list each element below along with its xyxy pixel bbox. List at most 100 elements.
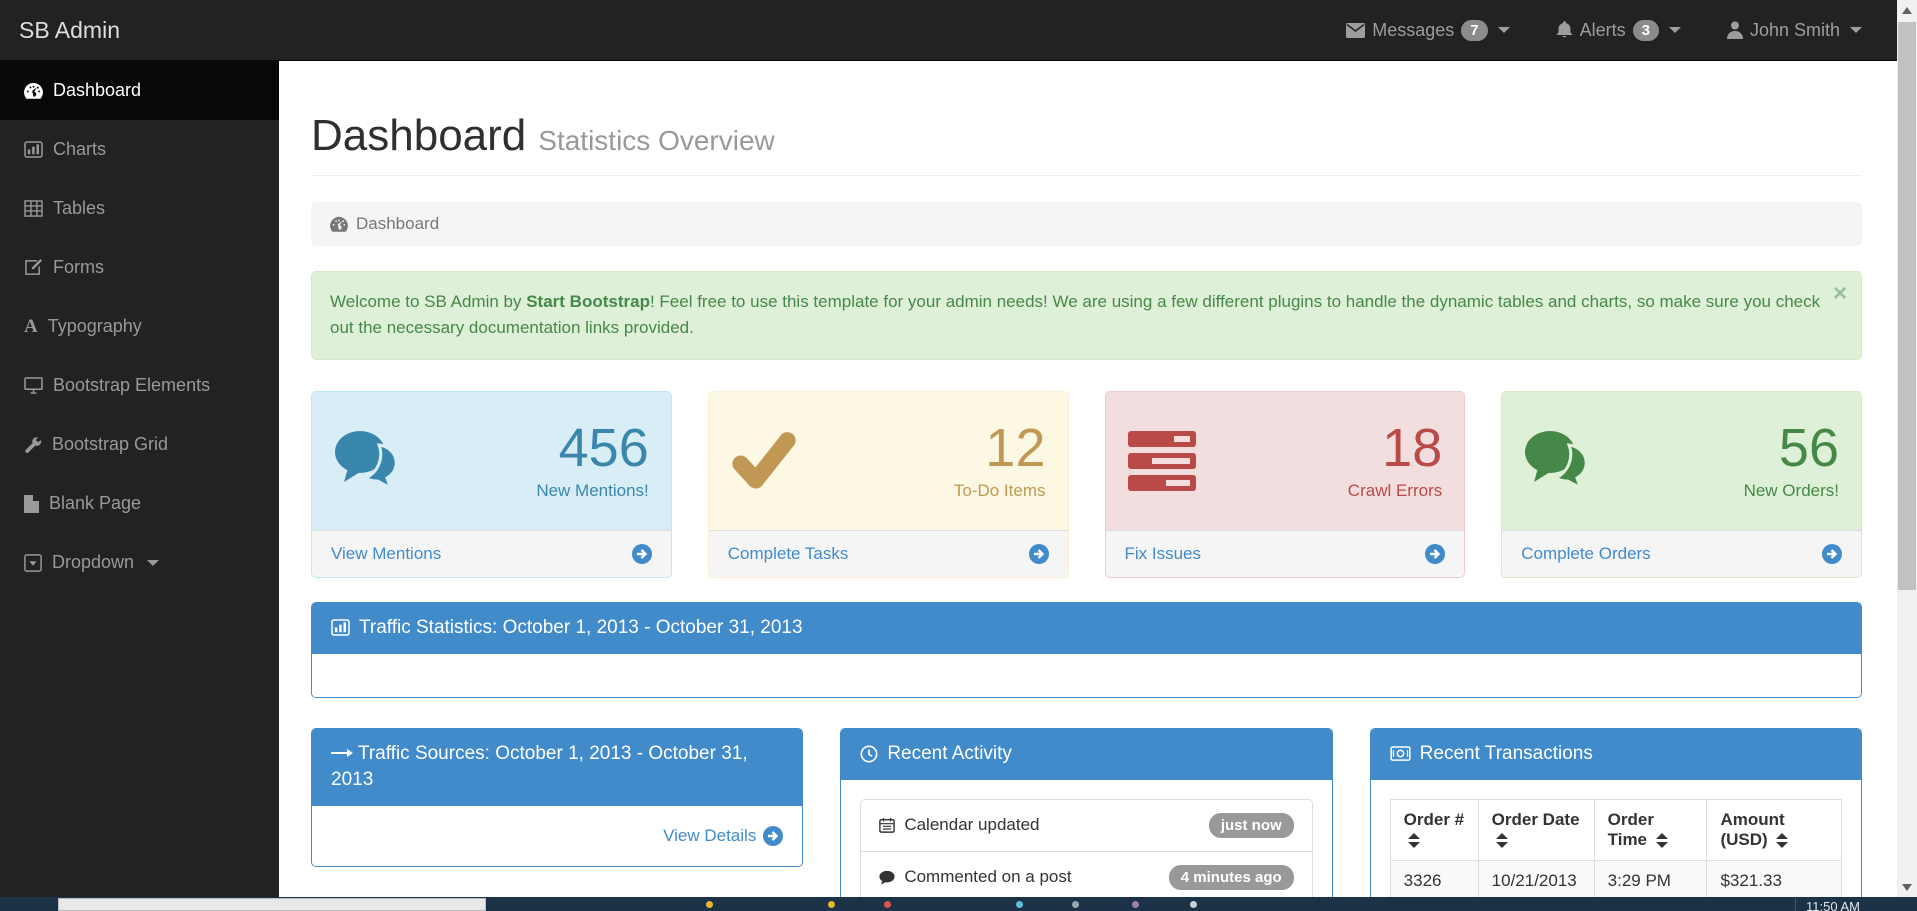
close-icon[interactable]: ×: [1833, 282, 1847, 306]
view-details-label: View Details: [663, 826, 756, 846]
stat-action-label[interactable]: Complete Tasks: [728, 544, 849, 564]
brand-link[interactable]: SB Admin: [0, 17, 120, 44]
taskbar-icon[interactable]: [884, 901, 891, 908]
scroll-down-arrow-icon[interactable]: [1897, 877, 1917, 897]
stat-body: 12 To-Do Items: [709, 392, 1068, 530]
recent-activity-body: Calendar updated just now Commented on a…: [841, 799, 1331, 898]
sidebar-item-label: Bootstrap Grid: [52, 434, 168, 455]
messages-label: Messages: [1372, 20, 1454, 41]
sidebar-item-label: Dropdown: [52, 552, 134, 573]
file-icon: [24, 495, 39, 513]
panel-title: Traffic Sources: October 1, 2013 - Octob…: [331, 743, 748, 791]
stat-value: 56: [1744, 420, 1839, 477]
chevron-down-icon: [1850, 27, 1862, 33]
stat-action-label[interactable]: Complete Orders: [1521, 544, 1650, 564]
stat-footer-link[interactable]: View Mentions: [312, 530, 671, 577]
sidebar-item-blank-page[interactable]: Blank Page: [0, 474, 279, 533]
recent-transactions-panel: Recent Transactions Order # Order Date O…: [1370, 728, 1862, 897]
time-badge: just now: [1209, 813, 1294, 838]
taskbar-icon[interactable]: [1072, 901, 1079, 908]
column-header-amount[interactable]: Amount (USD): [1707, 799, 1842, 860]
font-icon: A: [24, 317, 38, 336]
arrow-circle-right-icon: [1029, 544, 1049, 564]
comments-icon: [334, 430, 406, 492]
sort-icon[interactable]: [1656, 833, 1668, 848]
sidebar-item-bootstrap-elements[interactable]: Bootstrap Elements: [0, 356, 279, 415]
stat-body: 56 New Orders!: [1502, 392, 1861, 530]
breadcrumb-item[interactable]: Dashboard: [356, 214, 439, 234]
arrow-circle-right-icon: [763, 826, 783, 846]
user-menu[interactable]: John Smith: [1727, 20, 1862, 41]
taskbar-app-button[interactable]: [58, 898, 486, 911]
messages-menu[interactable]: Messages 7: [1346, 20, 1509, 41]
alerts-menu[interactable]: Alerts 3: [1556, 20, 1681, 41]
sidebar-item-label: Dashboard: [53, 80, 141, 101]
stat-action-label[interactable]: Fix Issues: [1125, 544, 1202, 564]
stat-label: New Orders!: [1744, 481, 1839, 501]
column-header-order-number[interactable]: Order #: [1390, 799, 1478, 860]
sidebar-item-label: Tables: [53, 198, 105, 219]
sort-icon[interactable]: [1776, 833, 1788, 848]
sidebar-item-label: Typography: [48, 316, 142, 337]
windows-taskbar[interactable]: 11:50 AM: [0, 897, 1917, 911]
stat-value: 18: [1348, 420, 1442, 477]
scrollbar-thumb[interactable]: [1898, 22, 1916, 590]
stat-panel-crawl-errors: 18 Crawl Errors Fix Issues: [1105, 391, 1466, 578]
bell-icon: [1556, 21, 1573, 39]
arrow-circle-right-icon: [632, 544, 652, 564]
stat-footer-link[interactable]: Fix Issues: [1106, 530, 1465, 577]
column-header-order-date[interactable]: Order Date: [1478, 799, 1594, 860]
main-content: DashboardStatistics Overview Dashboard W…: [279, 61, 1897, 897]
recent-activity-header: Recent Activity: [841, 729, 1331, 780]
stat-label: New Mentions!: [536, 481, 648, 501]
top-navbar: SB Admin Messages 7 Alerts 3 John Smith: [0, 0, 1917, 61]
sidebar-item-label: Blank Page: [49, 493, 141, 514]
stat-body: 456 New Mentions!: [312, 392, 671, 530]
list-item[interactable]: Calendar updated just now: [861, 800, 1311, 851]
scroll-up-arrow-icon[interactable]: [1897, 0, 1917, 20]
stat-footer-link[interactable]: Complete Orders: [1502, 530, 1861, 577]
sidebar-item-forms[interactable]: Forms: [0, 238, 279, 297]
sidebar-item-typography[interactable]: A Typography: [0, 297, 279, 356]
stat-body: 18 Crawl Errors: [1106, 392, 1465, 530]
lower-row: Traffic Sources: October 1, 2013 - Octob…: [311, 728, 1862, 897]
taskbar-icon[interactable]: [828, 901, 835, 908]
page-subtitle: Statistics Overview: [538, 125, 775, 156]
taskbar-icon[interactable]: [706, 901, 713, 908]
stat-panel-orders: 56 New Orders! Complete Orders: [1501, 391, 1862, 578]
taskbar-icon[interactable]: [1132, 901, 1139, 908]
alerts-label: Alerts: [1580, 20, 1626, 41]
sort-icon[interactable]: [1408, 833, 1420, 848]
recent-activity-panel: Recent Activity Calendar updated just no…: [840, 728, 1332, 897]
view-details-link[interactable]: View Details: [663, 826, 783, 846]
sidebar-item-dashboard[interactable]: Dashboard: [0, 61, 279, 120]
clock-icon: [860, 745, 878, 763]
sort-icon[interactable]: [1496, 833, 1508, 848]
dashboard-icon: [24, 82, 43, 99]
long-arrow-right-icon: [331, 747, 353, 759]
panel-title: Traffic Statistics: October 1, 2013 - Oc…: [359, 615, 803, 642]
stat-value: 456: [536, 420, 648, 477]
sidebar-item-bootstrap-grid[interactable]: Bootstrap Grid: [0, 415, 279, 474]
comments-icon: [1524, 430, 1596, 492]
stat-action-label[interactable]: View Mentions: [331, 544, 441, 564]
taskbar-icon[interactable]: [1190, 901, 1197, 908]
user-icon: [1727, 21, 1743, 39]
stat-footer-link[interactable]: Complete Tasks: [709, 530, 1068, 577]
arrow-circle-right-icon: [1822, 544, 1842, 564]
column-header-order-time[interactable]: Order Time: [1594, 799, 1707, 860]
sidebar-item-tables[interactable]: Tables: [0, 179, 279, 238]
vertical-scrollbar[interactable]: [1897, 0, 1917, 897]
traffic-sources-panel: Traffic Sources: October 1, 2013 - Octob…: [311, 728, 803, 867]
sidebar-item-label: Bootstrap Elements: [53, 375, 210, 396]
taskbar-icon[interactable]: [1016, 901, 1023, 908]
breadcrumb: Dashboard: [311, 202, 1862, 246]
recent-transactions-body: Order # Order Date Order Time Amount (US…: [1371, 780, 1861, 898]
taskbar-separator: [1795, 897, 1796, 911]
sidebar-item-dropdown[interactable]: Dropdown: [0, 533, 279, 592]
sidebar-item-charts[interactable]: Charts: [0, 120, 279, 179]
list-item[interactable]: Commented on a post 4 minutes ago: [861, 851, 1311, 898]
chevron-down-icon: [1669, 27, 1681, 33]
sidebar: Dashboard Charts Tables Forms A Typograp…: [0, 61, 279, 897]
activity-text: Commented on a post: [904, 867, 1071, 887]
